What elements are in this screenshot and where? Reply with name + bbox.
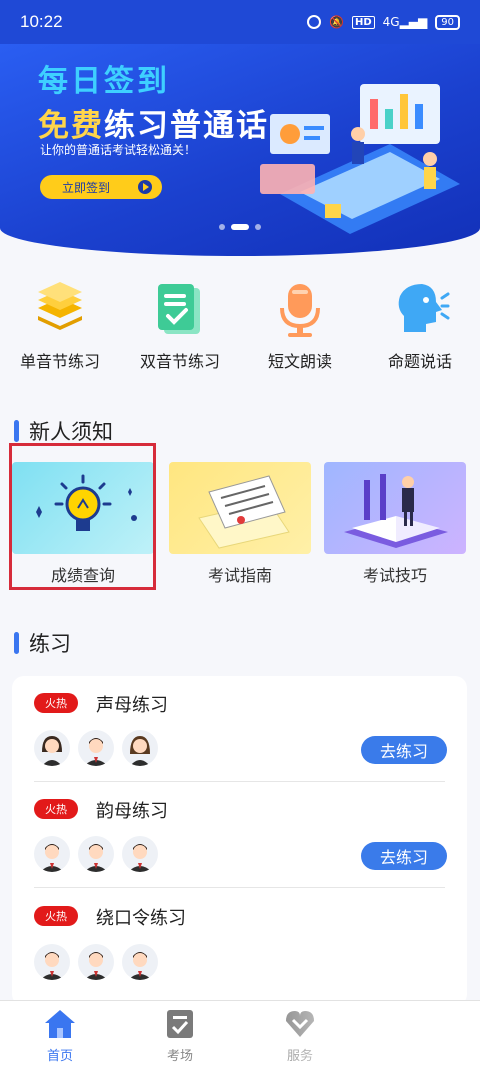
signal-icon: 4G▂▄▆ — [382, 15, 428, 29]
practice-name: 绕口令练习 — [96, 908, 186, 929]
hd-icon: HD — [351, 15, 375, 29]
avatar — [34, 836, 70, 872]
feature-double-syllable[interactable]: 双音节练习 — [120, 280, 240, 380]
banner-tagline: 让你的普通话考试轻松通关！ — [40, 143, 197, 157]
feature-topic-speaking[interactable]: 命题说话 — [360, 280, 480, 380]
avatar — [78, 944, 114, 980]
avatar — [122, 730, 158, 766]
stacked-layers-icon — [38, 282, 82, 330]
bottom-tab-bar: 首页 考场 服务 — [0, 1000, 480, 1067]
feature-label: 命题说话 — [387, 352, 452, 371]
avatar — [78, 730, 114, 766]
tab-empty — [360, 1001, 480, 1067]
guide-label: 考试技巧 — [362, 566, 427, 585]
go-practice-button[interactable]: 去练习 — [361, 842, 447, 870]
section-title: 练习 — [29, 632, 71, 656]
avatar — [34, 730, 70, 766]
laptop-illustration-icon — [260, 84, 460, 234]
feature-label: 单音节练习 — [19, 352, 100, 371]
banner-subtitle-large: 免费练习普通话 — [38, 108, 269, 143]
service-icon — [286, 1011, 314, 1037]
avatar-group — [34, 730, 158, 766]
avatar — [122, 944, 158, 980]
practice-name: 韵母练习 — [96, 801, 168, 822]
feature-label: 短文朗读 — [267, 352, 332, 371]
tab-label: 服务 — [286, 1049, 313, 1064]
tab-home[interactable]: 首页 — [0, 1001, 120, 1067]
go-practice-button[interactable]: 去练习 — [361, 736, 447, 764]
feature-passage-reading[interactable]: 短文朗读 — [240, 280, 360, 380]
practice-item[interactable]: 火热 声母练习 去练习 — [12, 676, 467, 782]
practice-item[interactable]: 火热 韵母练习 去练习 — [12, 782, 467, 888]
guide-image — [324, 462, 466, 554]
guide-card-exam-tips[interactable]: 考试技巧 — [324, 462, 466, 586]
section-accent-bar — [14, 632, 19, 654]
hot-badge: 火热 — [34, 693, 78, 713]
carousel-dot[interactable] — [255, 224, 261, 230]
avatar-group — [34, 836, 158, 872]
status-icons: 🔕 HD 4G▂▄▆ 90 — [307, 14, 460, 30]
guide-image — [169, 462, 311, 554]
guide-card-exam-guide[interactable]: 考试指南 — [169, 462, 311, 586]
practice-item[interactable]: 火热 绕口令练习 — [12, 888, 467, 1006]
exam-icon — [167, 1010, 193, 1038]
hot-badge: 火热 — [34, 906, 78, 926]
book-person-icon — [344, 474, 448, 548]
guide-label: 考试指南 — [207, 566, 272, 585]
promo-banner[interactable]: 每日签到 免费练习普通话 让你的普通话考试轻松通关！ 立即签到 — [0, 44, 480, 256]
checklist-icon — [158, 284, 200, 334]
sign-in-button[interactable]: 立即签到 — [40, 175, 162, 199]
banner-title: 每日签到 — [38, 65, 170, 98]
feature-single-syllable[interactable]: 单音节练习 — [0, 280, 120, 380]
carousel-dot[interactable] — [219, 224, 225, 230]
tab-label: 首页 — [46, 1049, 73, 1064]
highlight-annotation-box — [9, 443, 156, 590]
carousel-dot-active[interactable] — [231, 224, 249, 230]
tab-service[interactable]: 服务 — [240, 1001, 360, 1067]
mute-icon: 🔕 — [329, 15, 344, 29]
microphone-icon — [280, 284, 320, 337]
avatar — [122, 836, 158, 872]
status-time: 10:22 — [20, 12, 63, 31]
tab-exam[interactable]: 考场 — [120, 1001, 240, 1067]
alarm-icon — [307, 15, 322, 29]
avatar — [34, 944, 70, 980]
tab-label: 考场 — [166, 1049, 193, 1064]
practice-card: 火热 声母练习 去练习 火热 韵母练习 去练习 火热 绕口令练习 — [12, 676, 467, 1006]
hot-badge: 火热 — [34, 799, 78, 819]
documents-icon — [198, 475, 290, 549]
section-practice: 练习 — [14, 628, 71, 658]
avatar-group — [34, 944, 158, 980]
carousel-dots[interactable] — [0, 224, 480, 230]
feature-label: 双音节练习 — [139, 352, 220, 371]
battery-icon: 90 — [435, 14, 460, 30]
section-title: 新人须知 — [29, 420, 113, 444]
speaking-head-icon — [398, 284, 450, 332]
feature-grid: 单音节练习 双音节练习 短文朗读 命题说话 — [0, 280, 480, 380]
section-accent-bar — [14, 420, 19, 442]
status-bar: 10:22 🔕 HD 4G▂▄▆ 90 — [0, 0, 480, 44]
play-icon — [138, 180, 152, 194]
practice-name: 声母练习 — [96, 695, 168, 716]
section-new-user: 新人须知 — [14, 416, 113, 446]
home-icon — [45, 1010, 75, 1038]
avatar — [78, 836, 114, 872]
